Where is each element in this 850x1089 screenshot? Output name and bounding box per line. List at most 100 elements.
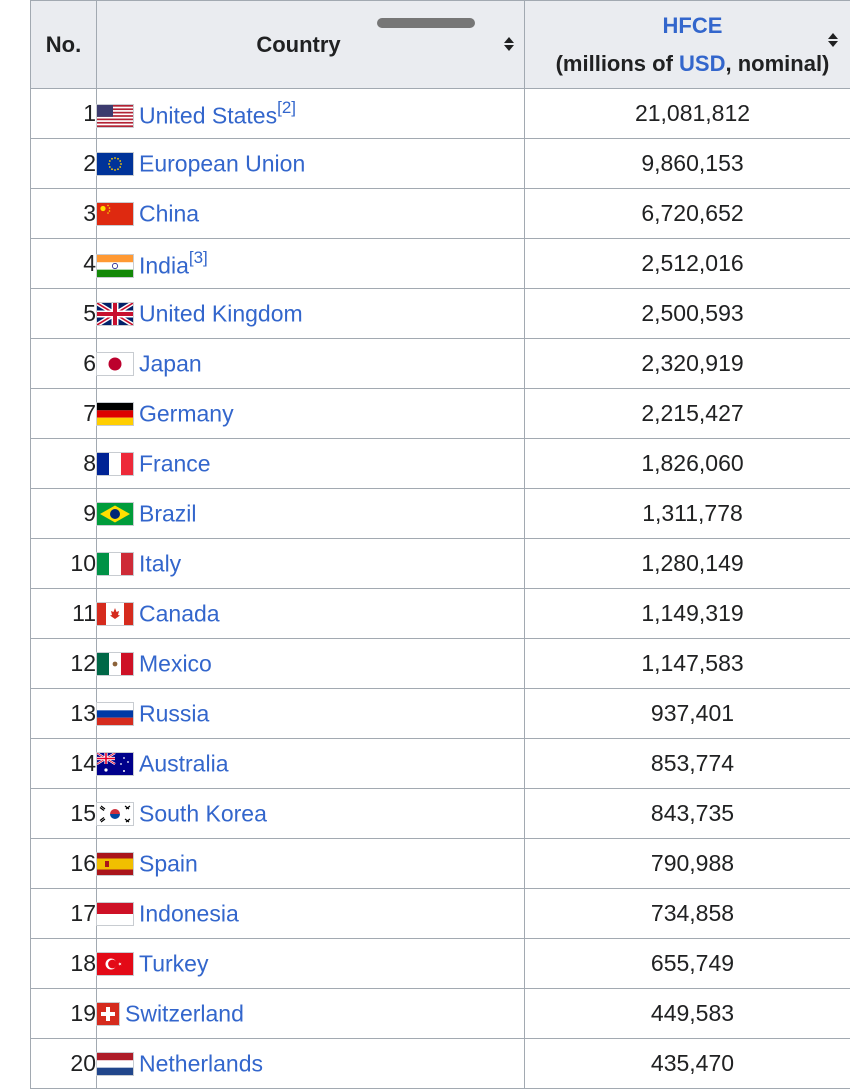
reference-link[interactable]: [2] <box>277 98 296 117</box>
sort-arrows-icon[interactable] <box>504 37 514 51</box>
country-link[interactable]: Japan <box>139 351 202 377</box>
us-flag-icon <box>97 105 133 127</box>
table-row: 7 Germany 2,215,427 <box>31 389 850 439</box>
table-header-row: No. Country HFCE (millions of USD, nomin… <box>31 1 850 89</box>
rank-cell: 9 <box>31 489 97 539</box>
column-header-country[interactable]: Country <box>97 1 525 89</box>
rank-cell: 7 <box>31 389 97 439</box>
rank-cell: 6 <box>31 339 97 389</box>
spain-flag-icon <box>97 853 133 875</box>
rank-cell: 20 <box>31 1039 97 1089</box>
country-link[interactable]: Canada <box>139 601 220 627</box>
canada-flag-icon <box>97 603 133 625</box>
indonesia-flag-icon <box>97 903 133 925</box>
india-flag-icon <box>97 255 133 277</box>
table-row: 15South Korea843,735 <box>31 789 850 839</box>
table-row: 13Russia937,401 <box>31 689 850 739</box>
rank-cell: 10 <box>31 539 97 589</box>
country-cell: South Korea <box>97 789 525 839</box>
hfce-value-cell: 790,988 <box>525 839 850 889</box>
table-row: 4India[3]2,512,016 <box>31 239 850 289</box>
column-header-country-label: Country <box>256 32 340 57</box>
table-row: 14 Australia 853,774 <box>31 739 850 789</box>
rank-cell: 14 <box>31 739 97 789</box>
country-cell: Turkey <box>97 939 525 989</box>
hfce-table: No. Country HFCE (millions of USD, nomin… <box>30 0 850 1089</box>
country-cell: India[3] <box>97 239 525 289</box>
rank-cell: 3 <box>31 189 97 239</box>
country-link[interactable]: Spain <box>139 851 198 877</box>
hfce-value-cell: 937,401 <box>525 689 850 739</box>
country-link[interactable]: Brazil <box>139 501 197 527</box>
australia-flag-icon <box>97 753 133 775</box>
hfce-value-cell: 1,311,778 <box>525 489 850 539</box>
country-link[interactable]: Indonesia <box>139 901 239 927</box>
country-cell: United States[2] <box>97 89 525 139</box>
hfce-value-cell: 449,583 <box>525 989 850 1039</box>
hfce-value-cell: 2,320,919 <box>525 339 850 389</box>
uk-flag-icon <box>97 303 133 325</box>
table-row: 6 Japan 2,320,919 <box>31 339 850 389</box>
drag-handle[interactable] <box>377 18 475 28</box>
country-link[interactable]: India <box>139 252 189 278</box>
france-flag-icon <box>97 453 133 475</box>
country-link[interactable]: Mexico <box>139 651 212 677</box>
south-korea-flag-icon <box>97 803 133 825</box>
column-header-no-label: No. <box>46 32 81 57</box>
hfce-value-cell: 435,470 <box>525 1039 850 1089</box>
country-cell: Italy <box>97 539 525 589</box>
reference-link[interactable]: [3] <box>189 248 208 267</box>
country-cell: Brazil <box>97 489 525 539</box>
country-cell: France <box>97 439 525 489</box>
hfce-value-cell: 21,081,812 <box>525 89 850 139</box>
hfce-link[interactable]: HFCE <box>663 13 723 38</box>
country-cell: European Union <box>97 139 525 189</box>
country-link[interactable]: China <box>139 201 199 227</box>
table-row: 3 China 6,720,652 <box>31 189 850 239</box>
country-link[interactable]: Australia <box>139 751 228 777</box>
country-link[interactable]: Russia <box>139 701 209 727</box>
table-row: 2European Union9,860,153 <box>31 139 850 189</box>
hfce-value-cell: 1,147,583 <box>525 639 850 689</box>
country-link[interactable]: Turkey <box>139 951 208 977</box>
table-row: 18Turkey655,749 <box>31 939 850 989</box>
hfce-value-cell: 655,749 <box>525 939 850 989</box>
eu-flag-icon <box>97 153 133 175</box>
hfce-value-cell: 2,500,593 <box>525 289 850 339</box>
rank-cell: 12 <box>31 639 97 689</box>
hfce-value-cell: 843,735 <box>525 789 850 839</box>
usd-link[interactable]: USD <box>679 51 725 76</box>
country-link[interactable]: Germany <box>139 401 234 427</box>
germany-flag-icon <box>97 403 133 425</box>
brazil-flag-icon <box>97 503 133 525</box>
country-link[interactable]: United States <box>139 102 277 128</box>
hfce-value-cell: 2,215,427 <box>525 389 850 439</box>
table-row: 19 Switzerland 449,583 <box>31 989 850 1039</box>
country-link[interactable]: Netherlands <box>139 1051 263 1077</box>
japan-flag-icon <box>97 353 133 375</box>
hfce-value-cell: 6,720,652 <box>525 189 850 239</box>
hfce-value-cell: 1,149,319 <box>525 589 850 639</box>
italy-flag-icon <box>97 553 133 575</box>
russia-flag-icon <box>97 703 133 725</box>
table-row: 1United States[2]21,081,812 <box>31 89 850 139</box>
table-row: 20 Netherlands 435,470 <box>31 1039 850 1089</box>
country-link[interactable]: South Korea <box>139 801 267 827</box>
country-cell: Mexico <box>97 639 525 689</box>
country-cell: Germany <box>97 389 525 439</box>
country-link[interactable]: United Kingdom <box>139 301 303 327</box>
column-header-hfce[interactable]: HFCE (millions of USD, nominal) <box>525 1 850 89</box>
rank-cell: 19 <box>31 989 97 1039</box>
country-link[interactable]: France <box>139 451 211 477</box>
country-link[interactable]: European Union <box>139 151 305 177</box>
table-row: 5United Kingdom2,500,593 <box>31 289 850 339</box>
turkey-flag-icon <box>97 953 133 975</box>
sort-arrows-icon[interactable] <box>828 33 838 47</box>
country-link[interactable]: Switzerland <box>125 1001 244 1027</box>
hfce-value-cell: 734,858 <box>525 889 850 939</box>
country-cell: Russia <box>97 689 525 739</box>
hfce-value-cell: 853,774 <box>525 739 850 789</box>
hfce-value-cell: 2,512,016 <box>525 239 850 289</box>
rank-cell: 16 <box>31 839 97 889</box>
country-link[interactable]: Italy <box>139 551 181 577</box>
